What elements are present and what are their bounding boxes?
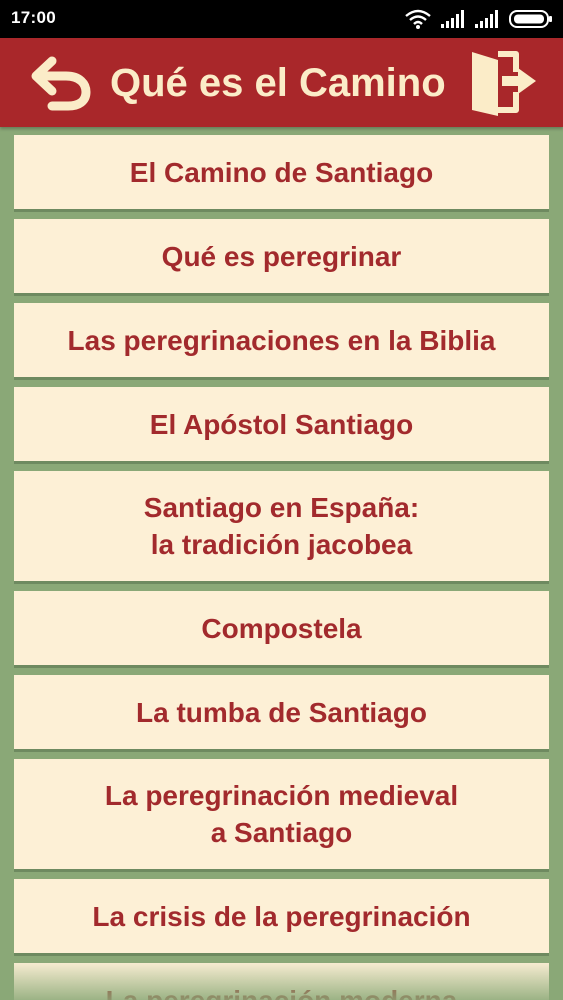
wifi-icon [405, 9, 431, 29]
menu-item-apostol-santiago[interactable]: El Apóstol Santiago [14, 387, 549, 464]
menu-item-label: La crisis de la peregrinación [92, 900, 471, 932]
menu-item-peregrinaciones-biblia[interactable]: Las peregrinaciones en la Biblia [14, 303, 549, 380]
back-arrow-icon [28, 56, 94, 116]
menu-item-camino-de-santiago[interactable]: El Camino de Santiago [14, 135, 549, 212]
menu-item-peregrinacion-moderna[interactable]: La peregrinación moderna [14, 963, 549, 1000]
menu-item-santiago-en-espana[interactable]: Santiago en España: la tradición jacobea [14, 471, 549, 584]
exit-button[interactable] [468, 48, 538, 118]
menu-item-peregrinacion-medieval[interactable]: La peregrinación medieval a Santiago [14, 759, 549, 872]
menu-item-label: Compostela [201, 612, 362, 644]
exit-door-icon [468, 51, 538, 122]
menu-item-crisis-peregrinacion[interactable]: La crisis de la peregrinación [14, 879, 549, 956]
menu-item-label: La tumba de Santiago [136, 696, 427, 728]
menu-item-que-es-peregrinar[interactable]: Qué es peregrinar [14, 219, 549, 296]
page-title: Qué es el Camino [110, 61, 446, 105]
menu-item-tumba-de-santiago[interactable]: La tumba de Santiago [14, 675, 549, 752]
menu-item-label: La peregrinación medieval a Santiago [104, 780, 459, 848]
signal-icon [475, 10, 499, 28]
battery-icon [509, 9, 553, 29]
menu-list[interactable]: El Camino de Santiago Qué es peregrinar … [0, 127, 563, 1000]
menu-item-label: El Camino de Santiago [129, 156, 434, 188]
menu-item-compostela[interactable]: Compostela [14, 591, 549, 668]
signal-icon [441, 10, 465, 28]
menu-item-label: El Apóstol Santiago [149, 408, 414, 440]
app-bar: Qué es el Camino [0, 38, 563, 127]
status-time: 17:00 [11, 8, 56, 27]
status-bar: 17:00 [0, 0, 563, 38]
back-button[interactable] [28, 54, 94, 112]
menu-item-label: Las peregrinaciones en la Biblia [67, 324, 496, 356]
menu-item-label: La peregrinación moderna [105, 984, 458, 1000]
menu-item-label: Qué es peregrinar [161, 240, 402, 272]
menu-item-label: Santiago en España: la tradición jacobea [143, 492, 420, 560]
status-icons [405, 9, 553, 29]
